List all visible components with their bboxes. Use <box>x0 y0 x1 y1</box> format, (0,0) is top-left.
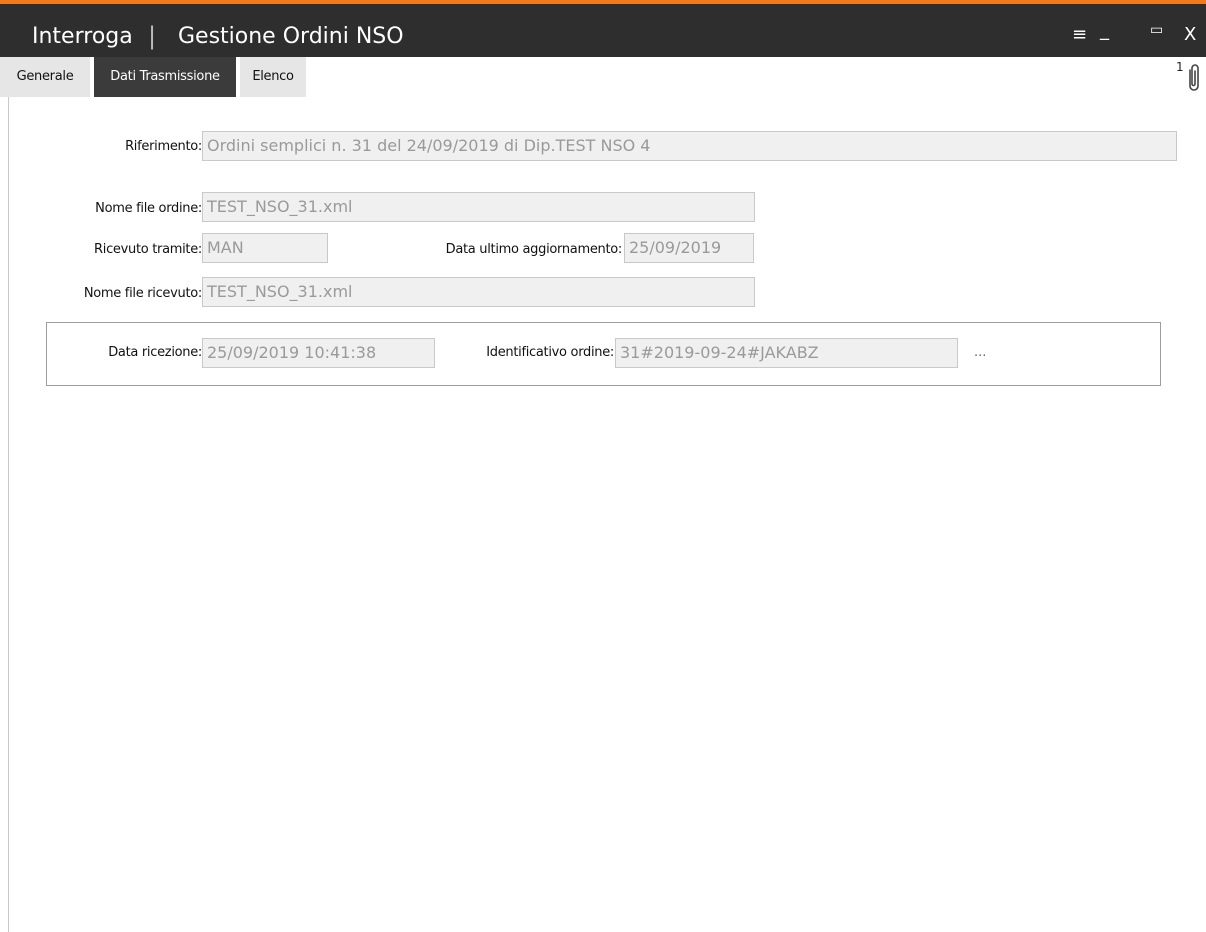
tab-elenco[interactable]: Elenco <box>240 57 306 97</box>
tab-generale[interactable]: Generale <box>0 57 90 97</box>
nome-file-ricevuto-label: Nome file ricevuto: <box>83 286 202 301</box>
identificativo-ordine-label: Identificativo ordine: <box>486 345 614 360</box>
riferimento-field[interactable]: Ordini semplici n. 31 del 24/09/2019 di … <box>202 131 1177 161</box>
data-ultimo-aggiornamento-field[interactable]: 25/09/2019 <box>624 233 754 263</box>
ricevuto-tramite-field[interactable]: MAN <box>202 233 328 263</box>
paperclip-icon <box>1189 64 1199 91</box>
ricevuto-tramite-label: Ricevuto tramite: <box>94 242 202 257</box>
maximize-icon[interactable]: ▭ <box>1150 22 1163 38</box>
window-mode-label: Interroga <box>32 24 133 49</box>
title-separator: | <box>148 22 157 50</box>
data-ultimo-aggiornamento-label: Data ultimo aggiornamento: <box>445 242 623 257</box>
data-ricezione-label: Data ricezione: <box>108 345 202 360</box>
title-bar: Interroga | Gestione Ordini NSO ≡ _ ▭ X <box>0 4 1206 57</box>
attachment-count: 1 <box>1176 60 1184 74</box>
window-title: Gestione Ordini NSO <box>178 24 404 49</box>
close-icon[interactable]: X <box>1184 24 1196 45</box>
hamburger-menu-icon[interactable]: ≡ <box>1072 24 1087 45</box>
minimize-icon[interactable]: _ <box>1100 20 1109 41</box>
content-left-border <box>8 97 9 932</box>
identificativo-ordine-more-button[interactable]: ... <box>974 345 986 360</box>
nome-file-ordine-label: Nome file ordine: <box>95 201 202 216</box>
data-ricezione-field[interactable]: 25/09/2019 10:41:38 <box>202 338 435 368</box>
nome-file-ricevuto-field[interactable]: TEST_NSO_31.xml <box>202 277 755 307</box>
identificativo-ordine-field[interactable]: 31#2019-09-24#JAKABZ <box>615 338 958 368</box>
tab-dati-trasmissione[interactable]: Dati Trasmissione <box>94 57 236 97</box>
nome-file-ordine-field[interactable]: TEST_NSO_31.xml <box>202 192 755 222</box>
attachments-indicator[interactable]: 1 <box>1176 60 1206 96</box>
riferimento-label: Riferimento: <box>125 139 202 154</box>
